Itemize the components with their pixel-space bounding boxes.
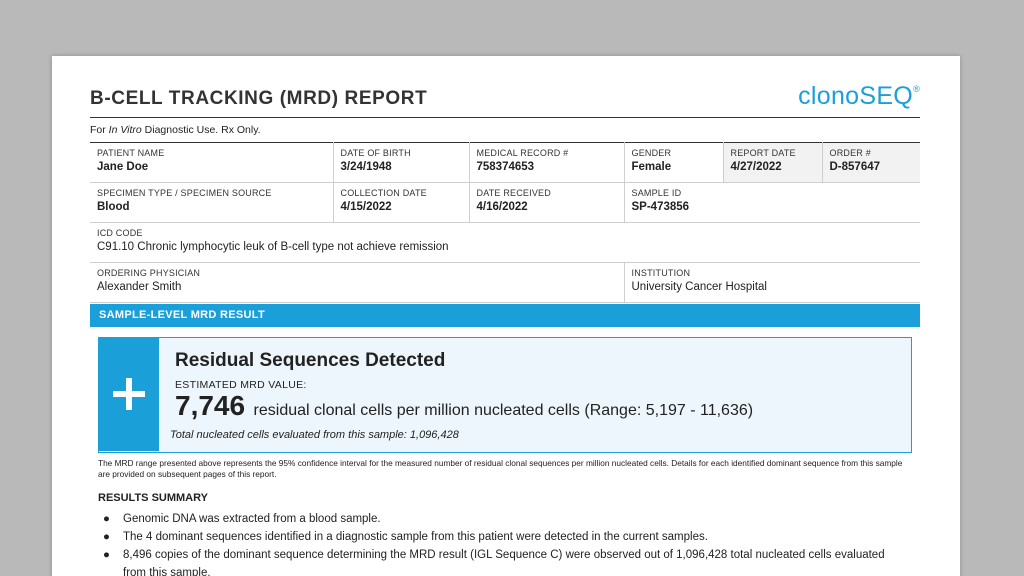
table-row: ICD CODE C91.10 Chronic lymphocytic leuk…: [90, 222, 920, 263]
patient-info-table: PATIENT NAME Jane Doe DATE OF BIRTH 3/24…: [90, 142, 920, 303]
patient-name-label: PATIENT NAME: [97, 148, 165, 158]
dob-value: 3/24/1948: [340, 161, 392, 173]
clonoseq-logo: clonoSEQ®: [798, 82, 920, 111]
ivd-notice: For In Vitro Diagnostic Use. Rx Only.: [90, 124, 261, 136]
date-received-cell: DATE RECEIVED 4/16/2022: [469, 182, 625, 223]
ivd-suffix: Diagnostic Use. Rx Only.: [141, 124, 261, 136]
table-row: SPECIMEN TYPE / SPECIMEN SOURCE Blood CO…: [90, 182, 920, 223]
table-row: PATIENT NAME Jane Doe DATE OF BIRTH 3/24…: [90, 142, 920, 183]
mrd-value: 7,746: [175, 390, 246, 421]
bullet-icon: ●: [103, 513, 110, 525]
order-cell: ORDER # D-857647: [822, 142, 920, 183]
dob-label: DATE OF BIRTH: [340, 148, 411, 158]
date-received-label: DATE RECEIVED: [476, 188, 551, 198]
results-summary-list: ● Genomic DNA was extracted from a blood …: [98, 510, 910, 576]
mrn-label: MEDICAL RECORD #: [476, 148, 569, 158]
logo-prefix: clono: [798, 82, 860, 110]
gender-cell: GENDER Female: [624, 142, 724, 183]
icd-code-value: C91.10 Chronic lymphocytic leuk of B-cel…: [97, 241, 449, 253]
ordering-physician-value: Alexander Smith: [97, 281, 182, 293]
institution-value: University Cancer Hospital: [631, 281, 768, 293]
institution-label: INSTITUTION: [631, 268, 691, 278]
table-row: ORDERING PHYSICIAN Alexander Smith INSTI…: [90, 262, 920, 303]
summary-item-text: 8,496 copies of the dominant sequence de…: [123, 549, 885, 576]
results-summary-title: RESULTS SUMMARY: [98, 492, 208, 504]
patient-name-cell: PATIENT NAME Jane Doe: [90, 142, 334, 183]
sample-id-label: SAMPLE ID: [631, 188, 682, 198]
ivd-prefix: For: [90, 124, 109, 136]
collection-date-cell: COLLECTION DATE 4/15/2022: [333, 182, 470, 223]
report-content: B-CELL TRACKING (MRD) REPORT clonoSEQ® F…: [90, 56, 920, 576]
patient-name: Jane Doe: [97, 161, 149, 173]
icd-code-cell: ICD CODE C91.10 Chronic lymphocytic leuk…: [90, 222, 920, 263]
logo-suffix: SEQ: [859, 82, 914, 110]
order-label: ORDER #: [829, 148, 871, 158]
summary-item-text: The 4 dominant sequences identified in a…: [123, 531, 708, 543]
mrn-cell: MEDICAL RECORD # 758374653: [469, 142, 625, 183]
dob-cell: DATE OF BIRTH 3/24/1948: [333, 142, 470, 183]
order-value: D-857647: [829, 161, 881, 173]
icd-code-label: ICD CODE: [97, 228, 143, 238]
mrd-result-section-header: SAMPLE-LEVEL MRD RESULT: [90, 304, 920, 327]
bullet-icon: ●: [103, 549, 110, 561]
mrd-footnote: The MRD range presented above represents…: [98, 458, 903, 479]
collection-date-label: COLLECTION DATE: [340, 188, 427, 198]
ordering-physician-cell: ORDERING PHYSICIAN Alexander Smith: [90, 262, 625, 303]
date-received-value: 4/16/2022: [476, 201, 528, 213]
gender-label: GENDER: [631, 148, 672, 158]
logo-registered-mark: ®: [913, 84, 920, 94]
plus-icon: [99, 338, 159, 451]
sample-id-cell: SAMPLE ID SP-473856: [624, 182, 920, 223]
institution-cell: INSTITUTION University Cancer Hospital: [624, 262, 920, 303]
list-item: ● The 4 dominant sequences identified in …: [98, 528, 910, 546]
cells-evaluated: Total nucleated cells evaluated from thi…: [170, 429, 459, 441]
sample-id-value: SP-473856: [631, 201, 690, 213]
report-date-value: 4/27/2022: [730, 161, 782, 173]
collection-date-value: 4/15/2022: [340, 201, 392, 213]
ivd-italic: In Vitro: [108, 124, 142, 136]
result-status: Residual Sequences Detected: [175, 350, 446, 371]
specimen-type-value: Blood: [97, 201, 130, 213]
ordering-physician-label: ORDERING PHYSICIAN: [97, 268, 201, 278]
mrd-value-description: residual clonal cells per million nuclea…: [253, 402, 754, 419]
specimen-type-label: SPECIMEN TYPE / SPECIMEN SOURCE: [97, 188, 272, 198]
specimen-type-cell: SPECIMEN TYPE / SPECIMEN SOURCE Blood: [90, 182, 334, 223]
report-header: B-CELL TRACKING (MRD) REPORT clonoSEQ®: [90, 56, 920, 118]
list-item: ● 8,496 copies of the dominant sequence d…: [98, 546, 910, 576]
list-item: ● Genomic DNA was extracted from a blood …: [98, 510, 910, 528]
report-date-cell: REPORT DATE 4/27/2022: [723, 142, 823, 183]
report-title: B-CELL TRACKING (MRD) REPORT: [90, 88, 428, 109]
mrd-value-line: 7,746 residual clonal cells per million …: [175, 390, 753, 422]
report-date-label: REPORT DATE: [730, 148, 796, 158]
mrn-value: 758374653: [476, 161, 535, 173]
gender-value: Female: [631, 161, 672, 173]
bullet-icon: ●: [103, 531, 110, 543]
mrd-result-box: Residual Sequences Detected ESTIMATED MR…: [98, 337, 912, 453]
summary-item-text: Genomic DNA was extracted from a blood s…: [123, 513, 381, 525]
report-page: B-CELL TRACKING (MRD) REPORT clonoSEQ® F…: [52, 56, 960, 576]
